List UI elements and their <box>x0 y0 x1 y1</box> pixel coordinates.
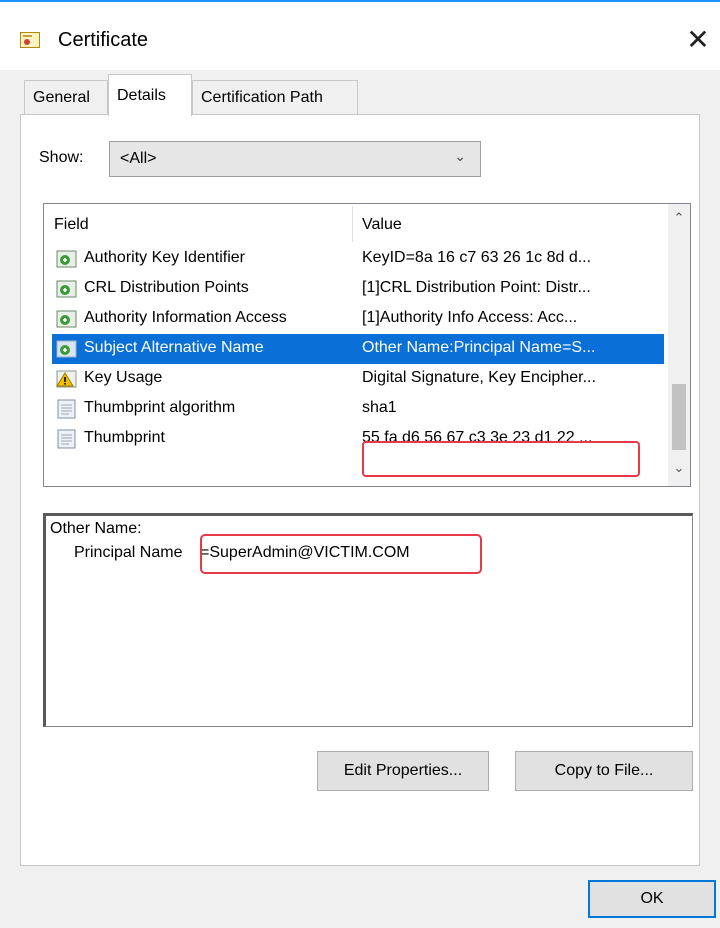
ok-button[interactable]: OK <box>588 880 716 918</box>
window-title: Certificate <box>58 29 149 51</box>
title-bar: Certificate ✕ <box>0 2 720 70</box>
copy-to-file-button[interactable]: Copy to File... <box>515 751 693 791</box>
details-panel: Show: <All> ⌄ Field Value Authority Key … <box>20 114 700 866</box>
field-name: Key Usage <box>84 369 163 386</box>
field-value: Digital Signature, Key Encipher... <box>362 369 596 386</box>
field-name: CRL Distribution Points <box>84 279 249 296</box>
column-header-field[interactable]: Field <box>54 216 89 234</box>
document-icon <box>56 399 78 419</box>
cert-extension-icon <box>56 339 78 359</box>
tab-general[interactable]: General <box>24 80 108 114</box>
detail-principal-label: Principal Name <box>74 544 183 561</box>
field-name: Thumbprint <box>84 429 165 446</box>
field-value: [1]CRL Distribution Point: Distr... <box>362 279 591 296</box>
column-divider[interactable] <box>352 206 353 242</box>
list-item[interactable]: Authority Information Access [1]Authorit… <box>52 304 664 334</box>
document-icon <box>56 429 78 449</box>
principal-name-highlight-box <box>200 534 482 574</box>
column-header-value[interactable]: Value <box>362 216 402 234</box>
chevron-down-icon: ⌄ <box>454 148 466 164</box>
field-value: sha1 <box>362 399 397 416</box>
show-label: Show: <box>39 149 84 166</box>
field-name: Subject Alternative Name <box>84 339 264 356</box>
cert-extension-icon <box>56 279 78 299</box>
list-item[interactable]: Key Usage Digital Signature, Key Enciphe… <box>52 364 664 394</box>
scroll-down-icon[interactable]: ⌄ <box>668 460 690 482</box>
field-list[interactable]: Field Value Authority Key Identifier Key… <box>43 203 691 487</box>
tab-details[interactable]: Details <box>108 74 192 116</box>
list-item[interactable]: Authority Key Identifier KeyID=8a 16 c7 … <box>52 244 664 274</box>
show-dropdown-value: <All> <box>120 150 157 167</box>
edit-properties-button[interactable]: Edit Properties... <box>317 751 489 791</box>
certificate-icon <box>20 32 40 48</box>
detail-other-name: Other Name: <box>50 520 142 537</box>
list-item-selected[interactable]: Subject Alternative Name Other Name:Prin… <box>52 334 664 364</box>
field-name: Authority Key Identifier <box>84 249 245 266</box>
close-icon: ✕ <box>686 24 710 55</box>
scrollbar-thumb[interactable] <box>672 384 686 450</box>
scroll-up-icon[interactable]: ⌃ <box>668 210 690 232</box>
list-item[interactable]: Thumbprint algorithm sha1 <box>52 394 664 424</box>
field-value: [1]Authority Info Access: Acc... <box>362 309 578 326</box>
list-item[interactable]: CRL Distribution Points [1]CRL Distribut… <box>52 274 664 304</box>
field-value: Other Name:Principal Name=S... <box>362 339 596 356</box>
value-detail-box[interactable]: Other Name: Principal Name =SuperAdmin@V… <box>43 513 693 727</box>
close-button[interactable]: ✕ <box>680 22 716 58</box>
field-name: Authority Information Access <box>84 309 287 326</box>
field-value: KeyID=8a 16 c7 63 26 1c 8d d... <box>362 249 592 266</box>
list-header: Field Value <box>44 204 664 244</box>
tab-certification-path[interactable]: Certification Path <box>192 80 358 114</box>
cert-extension-icon <box>56 309 78 329</box>
vertical-scrollbar[interactable]: ⌃ ⌄ <box>668 204 690 486</box>
field-name: Thumbprint algorithm <box>84 399 236 416</box>
cert-extension-icon <box>56 249 78 269</box>
warning-icon <box>56 369 78 389</box>
thumbprint-highlight-box <box>362 441 640 477</box>
show-dropdown[interactable]: <All> ⌄ <box>109 141 481 177</box>
